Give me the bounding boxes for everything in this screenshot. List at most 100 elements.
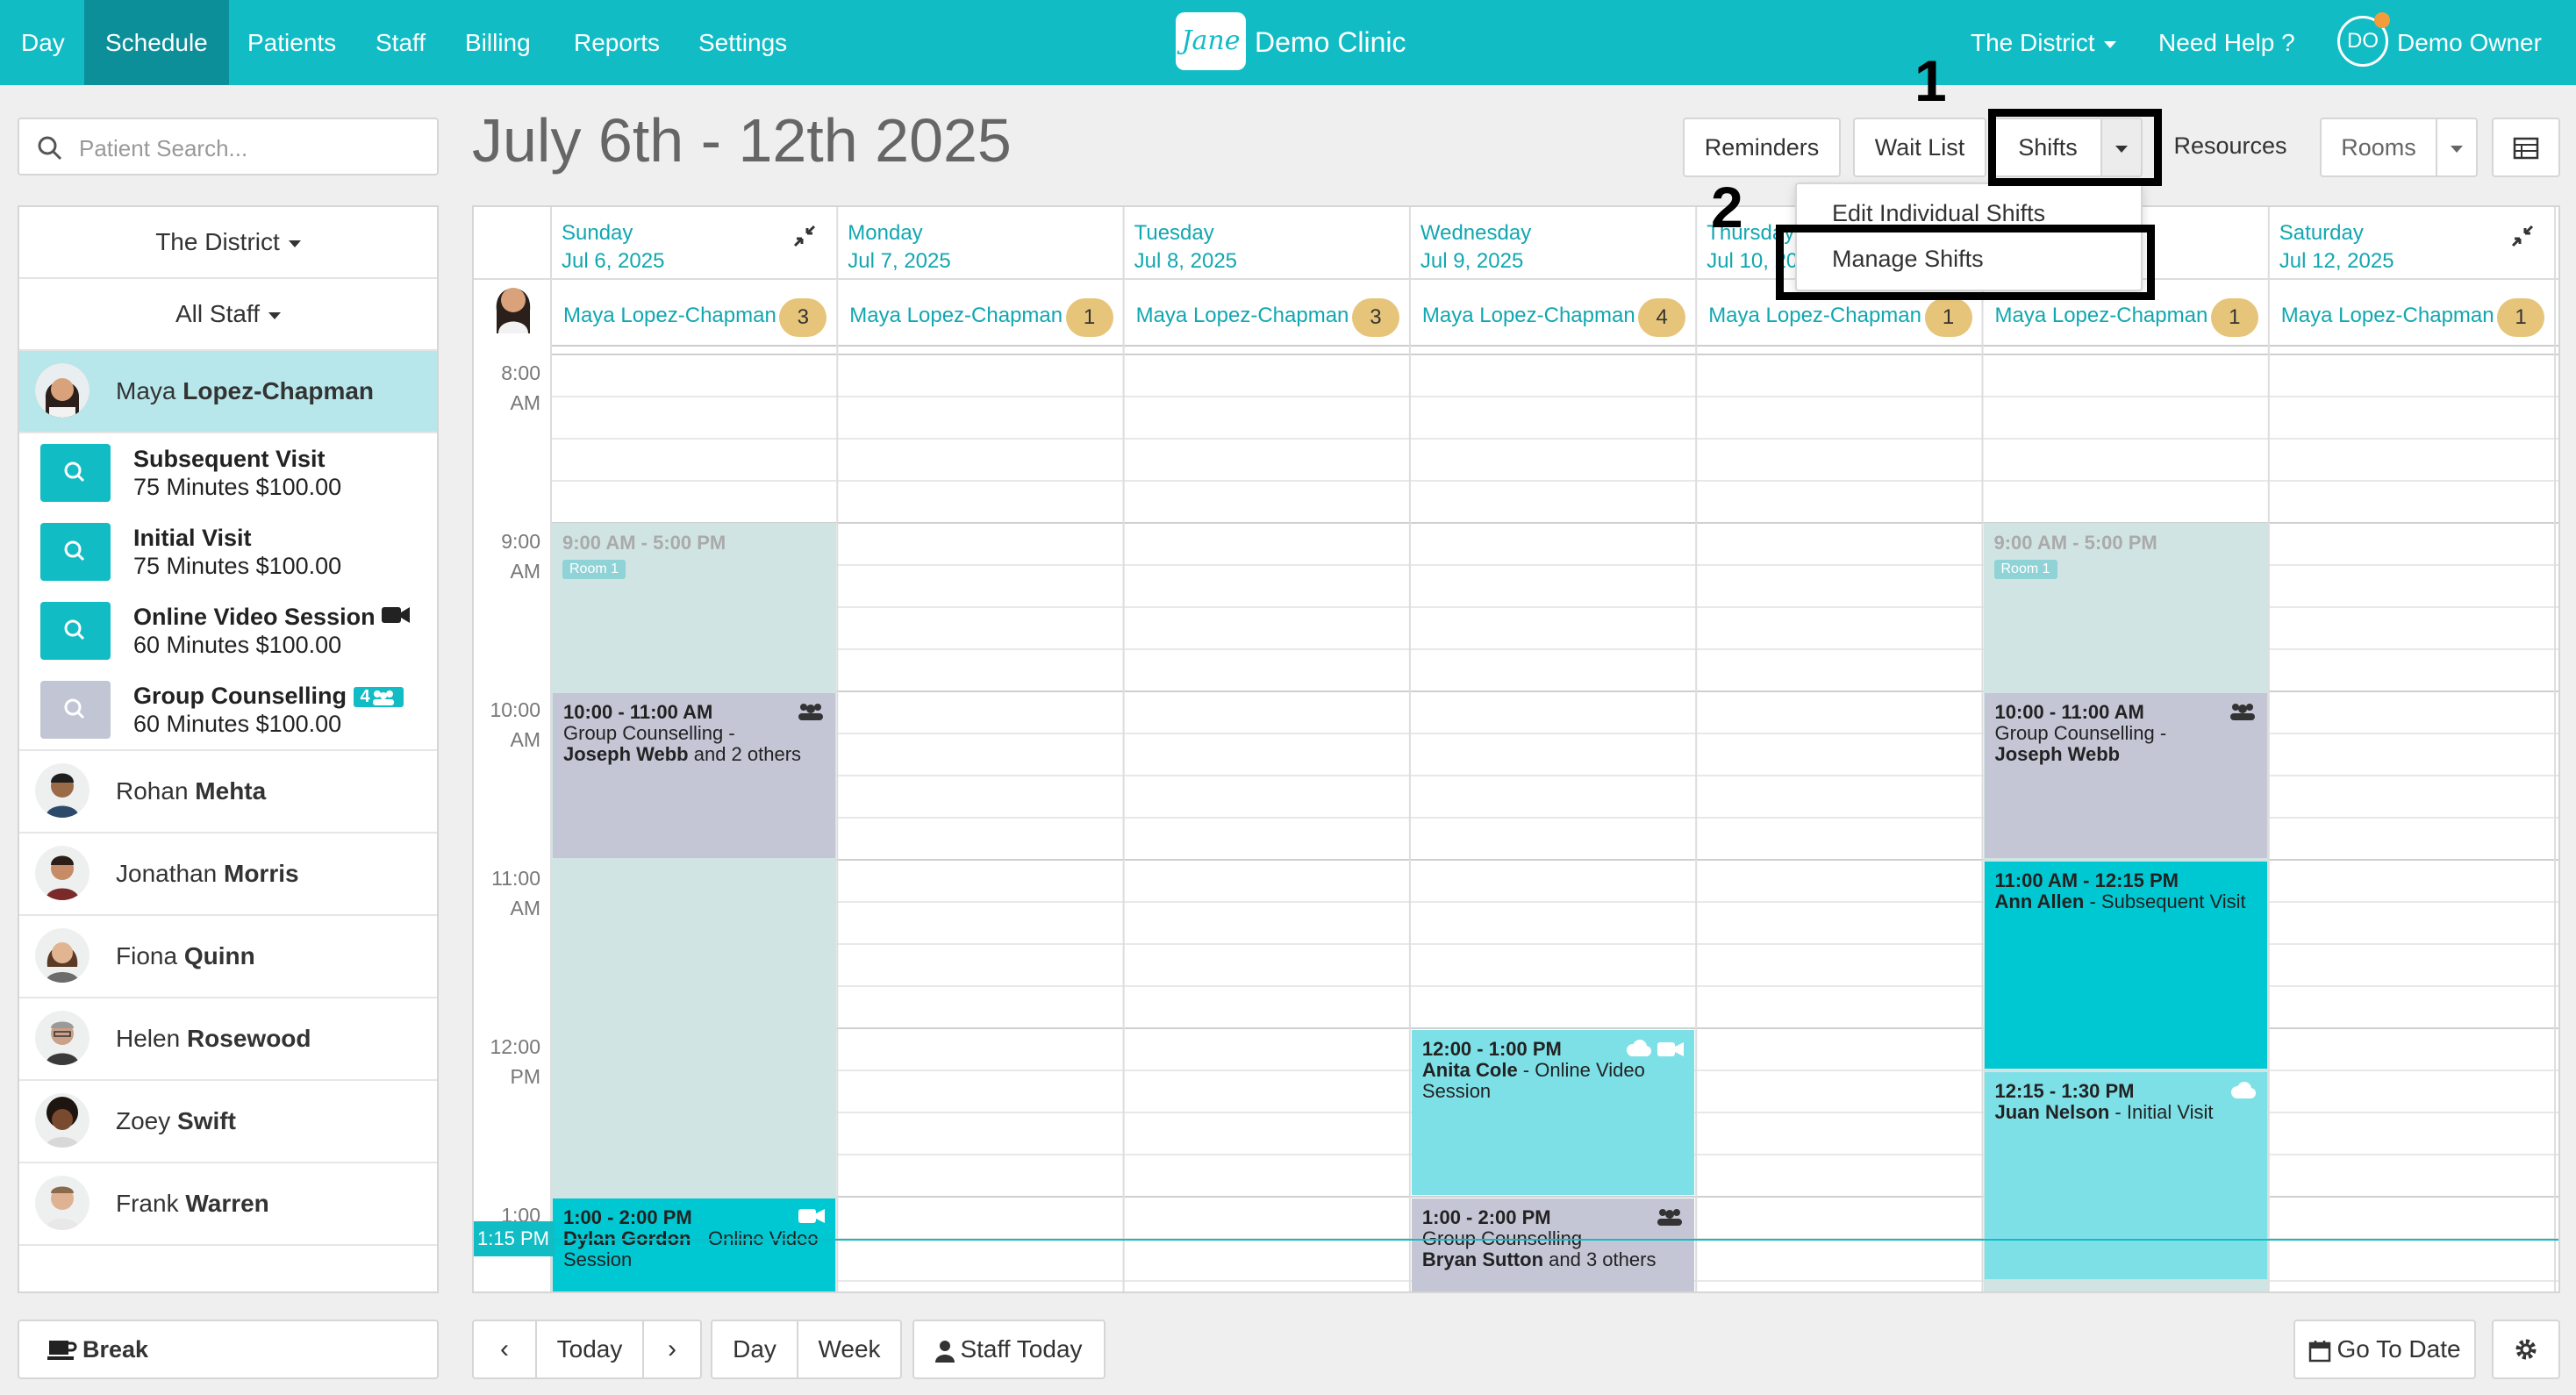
day-date[interactable]: Jul 8, 2025 <box>1134 249 1237 274</box>
staff-filter-select[interactable]: All Staff <box>19 279 437 351</box>
staff-item-maya[interactable]: Maya Lopez-Chapman <box>19 351 437 433</box>
additional-patients: and 3 others <box>1543 1248 1657 1270</box>
service-details: 75 Minutes $100.00 <box>133 474 342 500</box>
staff-item-fiona[interactable]: Fiona Quinn <box>19 916 437 998</box>
day-date[interactable]: Jul 9, 2025 <box>1420 249 1523 274</box>
staff-column-name[interactable]: Maya Lopez-Chapman <box>1995 304 2208 328</box>
staff-item-helen[interactable]: Helen Rosewood <box>19 998 437 1081</box>
service-group-counselling[interactable]: Group Counselling 4 60 Minutes $100.00 <box>19 670 437 749</box>
user-name: Demo Owner <box>2397 29 2542 56</box>
rooms-button[interactable]: Rooms <box>2320 118 2437 177</box>
appointment-card[interactable]: 10:00 - 11:00 AM Group Counselling - Josep… <box>1984 693 2267 858</box>
day-date[interactable]: Jul 6, 2025 <box>562 249 664 274</box>
collapse-icon[interactable] <box>790 221 819 255</box>
location-select[interactable]: The District <box>19 207 437 279</box>
patient-search-input[interactable] <box>77 128 423 168</box>
coffee-cup-icon <box>47 1341 77 1360</box>
avatar <box>35 846 89 900</box>
day-name[interactable]: Monday <box>848 221 922 246</box>
appointment-details: Group Counselling - Bryan Sutton and 3 ot… <box>1422 1228 1684 1270</box>
day-view-button[interactable]: Day <box>711 1320 798 1379</box>
patient-search[interactable] <box>18 118 439 175</box>
staff-item-zoey[interactable]: Zoey Swift <box>19 1081 437 1163</box>
appointment-card[interactable]: 1:00 - 2:00 PM Group Counselling - Bryan S… <box>1411 1198 1695 1291</box>
appointment-card[interactable]: 11:00 AM - 12:15 PM Ann Allen - Subsequen… <box>1984 862 2267 1069</box>
highlight-manage-shifts-box <box>1776 225 2155 300</box>
staff-item-frank[interactable]: Frank Warren <box>19 1163 437 1246</box>
staff-item-jonathan[interactable]: Jonathan Morris <box>19 833 437 916</box>
appointment-card[interactable]: 12:00 - 1:00 PM Anita Cole - Online Video… <box>1411 1030 1695 1195</box>
nav-schedule[interactable]: Schedule <box>84 0 229 85</box>
staff-column-name[interactable]: Maya Lopez-Chapman <box>2281 304 2494 328</box>
shift-time: 9:00 AM - 5:00 PM <box>1993 532 2157 554</box>
staff-column-name[interactable]: Maya Lopez-Chapman <box>563 304 776 328</box>
appointment-card[interactable]: 12:15 - 1:30 PM Juan Nelson - Initial Vis… <box>1984 1072 2267 1279</box>
wait-list-button[interactable]: Wait List <box>1853 118 1986 177</box>
nav-patients[interactable]: Patients <box>226 0 357 85</box>
day-name[interactable]: Tuesday <box>1134 221 1214 246</box>
appointment-icons <box>793 1207 826 1229</box>
calendar-icon <box>2309 1340 2331 1362</box>
user-menu[interactable]: Demo Owner <box>2378 0 2576 133</box>
location-dropdown[interactable]: The District <box>1950 0 2137 85</box>
day-name[interactable]: Sunday <box>562 221 633 246</box>
service-search-button[interactable] <box>40 444 111 502</box>
nav-billing[interactable]: Billing <box>444 0 552 85</box>
jane-logo: Jane <box>1176 12 1246 70</box>
table-view-button[interactable] <box>2492 118 2560 177</box>
staff-first-name: Zoey <box>116 1107 171 1134</box>
search-icon <box>64 461 85 483</box>
shift-block[interactable]: 9:00 AM - 5:00 PM Room 1 <box>552 523 837 1291</box>
collapse-icon[interactable] <box>2508 221 2537 255</box>
top-navigation: Day Schedule Patients Staff Billing Repo… <box>0 0 2576 133</box>
week-calendar: Sunday Jul 6, 2025 Maya Lopez-Chapman 3 Mond… <box>472 205 2560 1293</box>
staff-last-name: Rosewood <box>186 1025 311 1052</box>
rooms-dropdown-toggle[interactable] <box>2436 118 2478 177</box>
avatar <box>35 1176 89 1230</box>
previous-week-button[interactable]: ‹ <box>472 1320 537 1379</box>
nav-day[interactable]: Day <box>0 0 86 85</box>
nav-settings[interactable]: Settings <box>677 0 808 85</box>
menu-item-edit-individual-shifts[interactable]: Edit Individual Shifts <box>1832 200 2045 227</box>
staff-column-name[interactable]: Maya Lopez-Chapman <box>1136 304 1349 328</box>
settings-button[interactable] <box>2492 1320 2560 1379</box>
service-search-button[interactable] <box>40 681 111 739</box>
staff-first-name: Helen <box>116 1025 181 1052</box>
staff-today-button[interactable]: Staff Today <box>912 1320 1106 1379</box>
break-label: Break <box>82 1336 149 1363</box>
break-button[interactable]: Break <box>18 1320 439 1379</box>
staff-first-name: Frank <box>116 1190 179 1217</box>
staff-column-name[interactable]: Maya Lopez-Chapman <box>1708 304 1921 328</box>
day-name[interactable]: Wednesday <box>1420 221 1531 246</box>
resources-button[interactable]: Resources <box>2157 118 2304 177</box>
day-name[interactable]: Saturday <box>2279 221 2364 246</box>
appointment-details: Anita Cole - Online Video Session <box>1422 1060 1684 1102</box>
service-search-button[interactable] <box>40 602 111 660</box>
reminders-button[interactable]: Reminders <box>1683 118 1841 177</box>
day-date[interactable]: Jul 7, 2025 <box>848 249 950 274</box>
appointment-card[interactable]: 1:00 - 2:00 PM Dylan Gordon - Online Vide… <box>553 1198 836 1291</box>
staff-column-name[interactable]: Maya Lopez-Chapman <box>1422 304 1635 328</box>
service-initial-visit[interactable]: Initial Visit 75 Minutes $100.00 <box>19 512 437 591</box>
appointment-icons <box>1656 1207 1684 1231</box>
service-search-button[interactable] <box>40 523 111 581</box>
staff-column-name[interactable]: Maya Lopez-Chapman <box>849 304 1063 328</box>
service-subsequent-visit[interactable]: Subsequent Visit 75 Minutes $100.00 <box>19 433 437 512</box>
next-week-button[interactable]: › <box>642 1320 702 1379</box>
video-camera-icon <box>1657 1042 1685 1056</box>
staff-last-name: Quinn <box>183 942 255 969</box>
day-date[interactable]: Jul 12, 2025 <box>2279 249 2394 274</box>
today-button[interactable]: Today <box>535 1320 644 1379</box>
staff-last-name: Mehta <box>195 777 267 805</box>
nav-reports[interactable]: Reports <box>553 0 681 85</box>
week-view-button[interactable]: Week <box>797 1320 902 1379</box>
patient-name: Juan Nelson <box>1994 1101 2110 1123</box>
staff-item-rohan[interactable]: Rohan Mehta <box>19 751 437 833</box>
need-help-link[interactable]: Need Help ? <box>2137 0 2316 85</box>
service-details: 75 Minutes $100.00 <box>133 553 342 579</box>
service-online-video[interactable]: Online Video Session 60 Minutes $100.00 <box>19 591 437 670</box>
go-to-date-button[interactable]: Go To Date <box>2293 1320 2476 1379</box>
nav-staff[interactable]: Staff <box>354 0 447 85</box>
appointment-card[interactable]: 10:00 - 11:00 AM Group Counselling - Josep… <box>553 693 836 858</box>
cloud-icon <box>2230 1082 2256 1098</box>
